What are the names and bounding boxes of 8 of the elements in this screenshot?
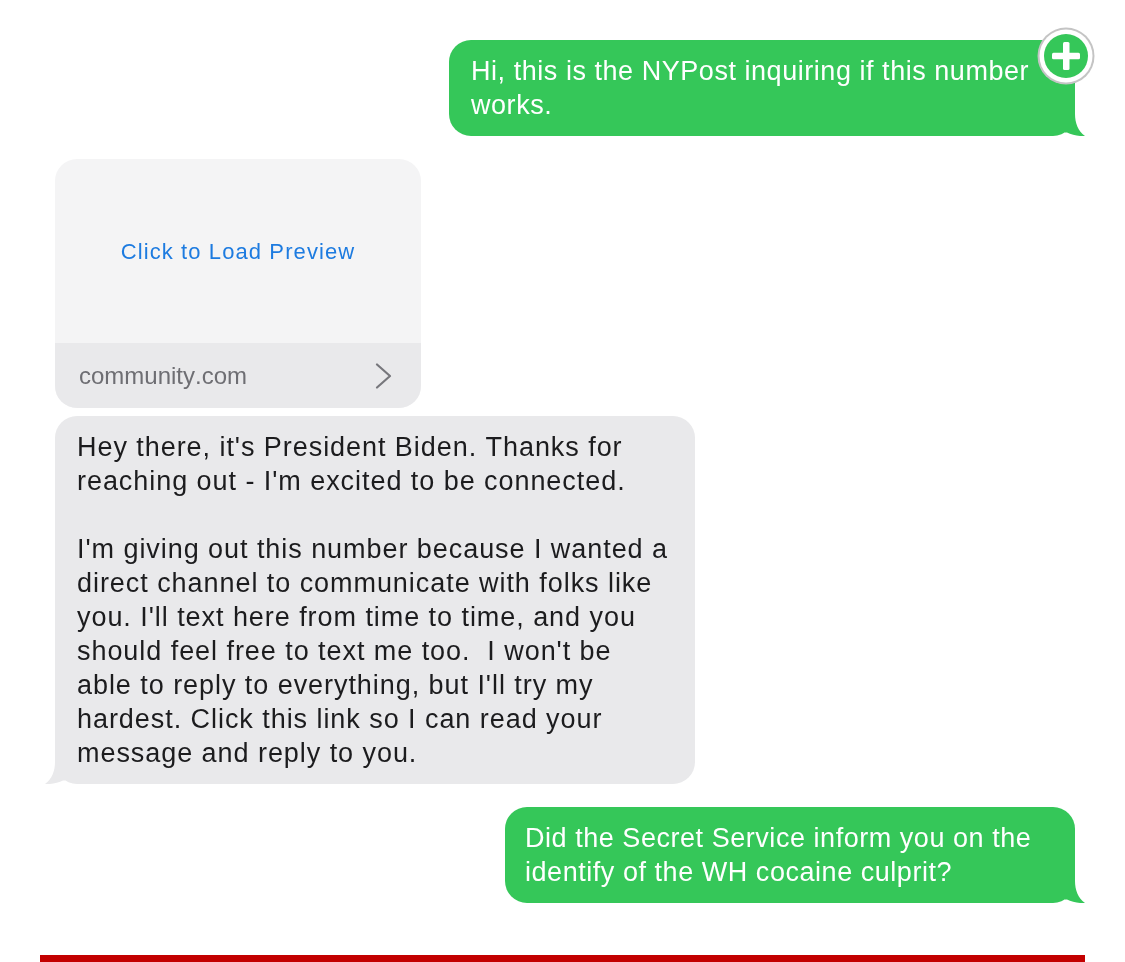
- message-text: Did the Secret Service inform you on the identify of the WH cocaine culprit?: [525, 822, 1033, 889]
- link-domain: community.com: [79, 360, 248, 391]
- message-text: Hi, this is the NYPost inquiring if this number works.: [471, 55, 1031, 122]
- plus-icon[interactable]: [1037, 27, 1095, 85]
- chevron-right-icon: [375, 362, 392, 389]
- message-text: Hey there, it's President Biden. Thanks for reaching out - I'm excited to be connected. I'm giving out this number because I wanted a direct channel to communicate with folks like you. I'll text here from time to time, and you should feel free to text me too. I won't be able to reply to everything, but I'll try my hardest. Click this link so I can read your message and reply to you.: [77, 431, 669, 770]
- link-preview-card[interactable]: Click to Load Preview community.com: [55, 159, 421, 408]
- load-preview-link[interactable]: Click to Load Preview: [120, 234, 356, 268]
